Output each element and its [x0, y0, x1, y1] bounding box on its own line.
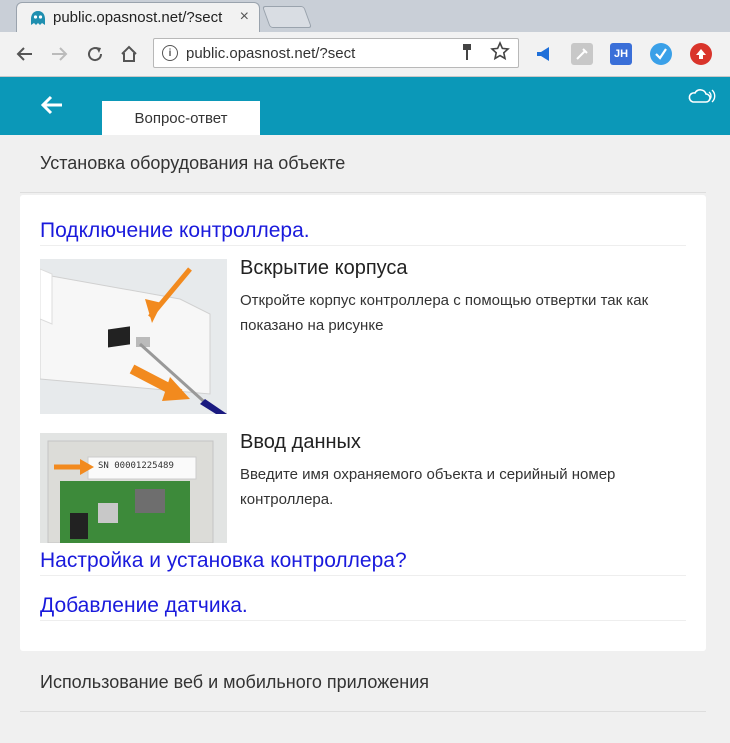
- section-installation[interactable]: Установка оборудования на объекте: [20, 135, 706, 193]
- bookmark-star-icon[interactable]: [490, 41, 510, 67]
- checkmark-extension-icon[interactable]: [650, 43, 672, 65]
- megaphone-extension-icon[interactable]: [533, 43, 555, 65]
- tab-title: public.opasnost.net/?sect: [53, 9, 223, 26]
- forward-button[interactable]: [46, 41, 72, 67]
- app-header: Вопрос-ответ: [0, 77, 730, 135]
- item-desc-open-case: Откройте корпус контроллера с помощью от…: [240, 292, 649, 334]
- serial-number-label: SN 00001225489: [98, 461, 174, 471]
- browser-toolbar: i public.opasnost.net/?sect JH: [0, 32, 730, 77]
- reload-button[interactable]: [82, 41, 108, 67]
- back-arrow-icon: [16, 47, 32, 61]
- faq-link-controller-connection[interactable]: Подключение контроллера.: [40, 219, 686, 246]
- tools-extension-icon[interactable]: [571, 43, 593, 65]
- forward-arrow-icon: [52, 47, 68, 61]
- home-button[interactable]: [116, 41, 142, 67]
- tab-close-icon[interactable]: ×: [240, 8, 249, 26]
- address-url[interactable]: public.opasnost.net/?sect: [186, 45, 436, 62]
- item-title-open-case: Вскрытие корпуса: [240, 257, 408, 279]
- back-button[interactable]: [12, 41, 38, 67]
- browser-tab[interactable]: public.opasnost.net/?sect ×: [16, 2, 260, 32]
- key-icon[interactable]: [462, 43, 472, 66]
- upload-extension-icon[interactable]: [690, 43, 712, 65]
- item-title-data-entry: Ввод данных: [240, 431, 361, 453]
- controller-board-image: SN 00001225489: [40, 433, 227, 543]
- jh-extension-icon[interactable]: JH: [610, 43, 632, 65]
- home-icon: [121, 45, 137, 62]
- cloud-signal-icon[interactable]: [688, 87, 716, 105]
- section-apps[interactable]: Использование веб и мобильного приложени…: [20, 654, 706, 712]
- browser-tabstrip: public.opasnost.net/?sect ×: [0, 0, 730, 32]
- app-back-arrow-icon[interactable]: [38, 91, 66, 119]
- tab-faq[interactable]: Вопрос-ответ: [102, 101, 260, 135]
- faq-card: Подключение контроллера. Вскрытие корпус…: [20, 195, 706, 651]
- faq-link-add-sensor[interactable]: Добавление датчика.: [40, 594, 686, 621]
- item-desc-data-entry: Введите имя охраняемого объекта и серийн…: [240, 466, 616, 508]
- address-bar[interactable]: i public.opasnost.net/?sect: [153, 38, 519, 68]
- site-info-icon[interactable]: i: [162, 45, 178, 61]
- new-tab-button[interactable]: [261, 6, 313, 28]
- site-favicon-icon: [31, 10, 45, 25]
- faq-link-setup-controller[interactable]: Настройка и установка контроллера?: [40, 549, 686, 576]
- reload-icon: [88, 47, 103, 62]
- controller-case-image: [40, 259, 227, 414]
